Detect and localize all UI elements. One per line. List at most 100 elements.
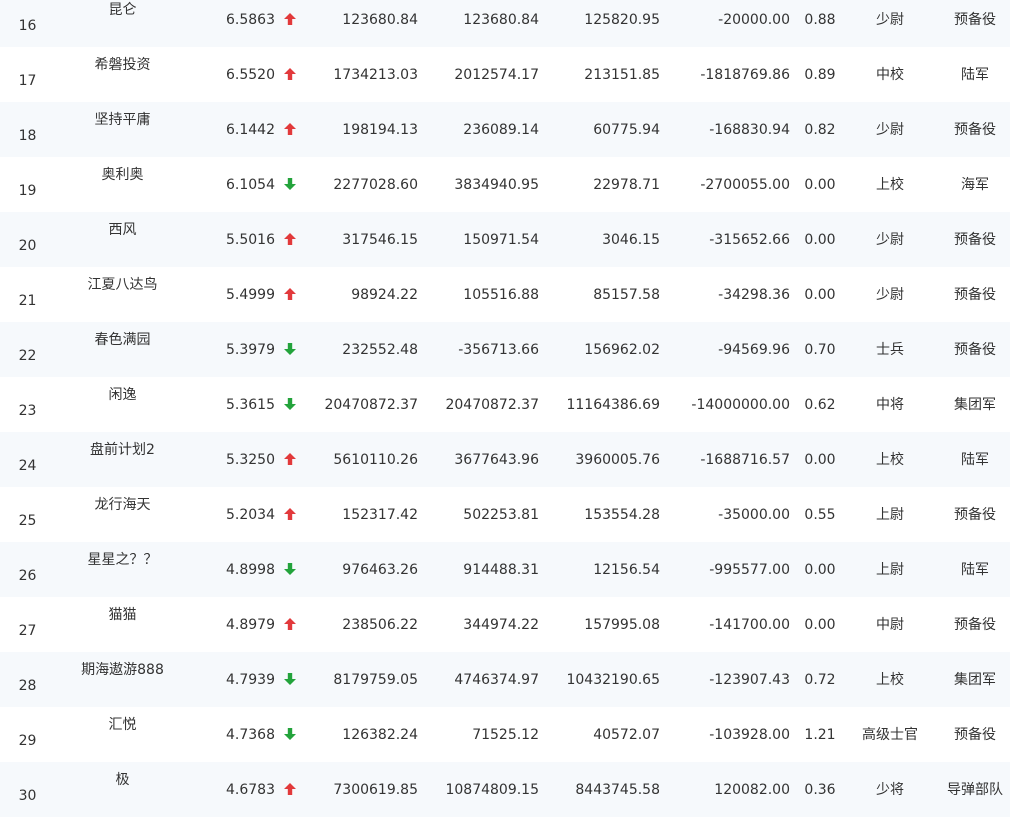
trend-cell xyxy=(282,596,298,651)
value-a-cell: 232552.48 xyxy=(342,341,418,358)
rank-title-cell: 上校 xyxy=(876,176,904,193)
trader-name[interactable]: 汇悦 xyxy=(60,697,185,752)
value-a-cell: 126382.24 xyxy=(342,726,418,743)
value-a-cell: 123680.84 xyxy=(342,11,418,28)
ratio-cell: 0.89 xyxy=(804,66,836,83)
arrow-up-icon xyxy=(283,122,297,136)
value-c-cell: 10432190.65 xyxy=(566,671,660,688)
branch-cell: 预备役 xyxy=(954,506,996,523)
trader-name[interactable]: 龙行海天 xyxy=(60,477,185,532)
rank-cell: 30 xyxy=(18,787,37,804)
score-cell: 5.3615 xyxy=(226,396,275,413)
value-b-cell: 4746374.97 xyxy=(454,671,539,688)
value-a-cell: 7300619.85 xyxy=(333,781,418,798)
trader-name[interactable]: 坚持平庸 xyxy=(60,92,185,147)
trend-cell xyxy=(282,486,298,541)
value-a-cell: 152317.42 xyxy=(342,506,418,523)
rank-cell: 19 xyxy=(18,182,37,199)
value-a-cell: 5610110.26 xyxy=(333,451,418,468)
value-b-cell: 3834940.95 xyxy=(454,176,539,193)
value-b-cell: 236089.14 xyxy=(463,121,539,138)
value-a-cell: 198194.13 xyxy=(342,121,418,138)
rank-title-cell: 上校 xyxy=(876,671,904,688)
value-c-cell: 157995.08 xyxy=(584,616,660,633)
score-cell: 5.3979 xyxy=(226,341,275,358)
branch-cell: 预备役 xyxy=(954,341,996,358)
ratio-cell: 0.00 xyxy=(804,451,836,468)
trader-name[interactable]: 西风 xyxy=(60,202,185,257)
value-c-cell: 12156.54 xyxy=(593,561,660,578)
value-d-cell: -35000.00 xyxy=(718,506,790,523)
score-cell: 6.5520 xyxy=(226,66,275,83)
score-cell: 5.3250 xyxy=(226,451,275,468)
rank-title-cell: 中将 xyxy=(876,396,904,413)
trend-cell xyxy=(282,541,298,596)
value-d-cell: -14000000.00 xyxy=(691,396,790,413)
rank-title-cell: 少尉 xyxy=(876,286,904,303)
rank-cell: 18 xyxy=(18,127,37,144)
value-c-cell: 125820.95 xyxy=(584,11,660,28)
rank-cell: 26 xyxy=(18,567,37,584)
rank-cell: 28 xyxy=(18,677,37,694)
value-a-cell: 976463.26 xyxy=(342,561,418,578)
branch-cell: 陆军 xyxy=(961,451,989,468)
value-a-cell: 238506.22 xyxy=(342,616,418,633)
value-a-cell: 8179759.05 xyxy=(333,671,418,688)
trend-cell xyxy=(282,211,298,266)
ratio-cell: 1.21 xyxy=(804,726,836,743)
ratio-cell: 0.00 xyxy=(804,176,836,193)
arrow-down-icon xyxy=(283,727,297,741)
score-cell: 5.2034 xyxy=(226,506,275,523)
rank-cell: 27 xyxy=(18,622,37,639)
rank-title-cell: 上校 xyxy=(876,451,904,468)
arrow-down-icon xyxy=(283,177,297,191)
value-b-cell: 3677643.96 xyxy=(454,451,539,468)
score-cell: 6.1442 xyxy=(226,121,275,138)
rank-title-cell: 上尉 xyxy=(876,561,904,578)
trader-name[interactable]: 盘前计划2 xyxy=(60,422,185,477)
rank-title-cell: 少尉 xyxy=(876,231,904,248)
leaderboard-table: 16 昆仑 6.5863 123680.84 123680.84 125820.95 -20… xyxy=(0,0,1010,817)
table-row[interactable]: 30 极 4.6783 7300619.85 10874809.15 8443745.58… xyxy=(0,762,1010,817)
value-d-cell: -1688716.57 xyxy=(700,451,790,468)
trader-name[interactable]: 希磐投资 xyxy=(60,37,185,92)
score-cell: 4.7939 xyxy=(226,671,275,688)
value-c-cell: 156962.02 xyxy=(584,341,660,358)
rank-cell: 25 xyxy=(18,512,37,529)
rank-cell: 21 xyxy=(18,292,37,309)
trader-name[interactable]: 星星之？？ xyxy=(60,532,185,587)
trader-name[interactable]: 春色满园 xyxy=(60,312,185,367)
score-cell: 4.8979 xyxy=(226,616,275,633)
score-cell: 5.4999 xyxy=(226,286,275,303)
trader-name[interactable]: 江夏八达鸟 xyxy=(60,257,185,312)
trend-cell xyxy=(282,651,298,706)
trader-name[interactable]: 昆仑 xyxy=(60,0,185,37)
rank-title-cell: 少尉 xyxy=(876,11,904,28)
value-c-cell: 213151.85 xyxy=(584,66,660,83)
trader-name[interactable]: 闲逸 xyxy=(60,367,185,422)
value-c-cell: 22978.71 xyxy=(593,176,660,193)
value-a-cell: 317546.15 xyxy=(342,231,418,248)
arrow-up-icon xyxy=(283,67,297,81)
arrow-up-icon xyxy=(283,12,297,26)
arrow-down-icon xyxy=(283,342,297,356)
value-b-cell: -356713.66 xyxy=(458,341,539,358)
value-b-cell: 123680.84 xyxy=(463,11,539,28)
value-a-cell: 2277028.60 xyxy=(333,176,418,193)
trader-name[interactable]: 猫猫 xyxy=(60,587,185,642)
rank-cell: 16 xyxy=(18,17,37,34)
branch-cell: 预备役 xyxy=(954,616,996,633)
value-b-cell: 344974.22 xyxy=(463,616,539,633)
value-c-cell: 3960005.76 xyxy=(575,451,660,468)
trend-cell xyxy=(282,46,298,101)
rank-title-cell: 少将 xyxy=(876,781,904,798)
trader-name[interactable]: 期海遨游888 xyxy=(60,642,185,697)
branch-cell: 预备役 xyxy=(954,286,996,303)
ratio-cell: 0.62 xyxy=(804,396,836,413)
ratio-cell: 0.88 xyxy=(804,11,836,28)
trader-name[interactable]: 极 xyxy=(60,752,185,807)
trader-name[interactable]: 奥利奥 xyxy=(60,147,185,202)
value-b-cell: 105516.88 xyxy=(463,286,539,303)
value-c-cell: 60775.94 xyxy=(593,121,660,138)
arrow-up-icon xyxy=(283,782,297,796)
